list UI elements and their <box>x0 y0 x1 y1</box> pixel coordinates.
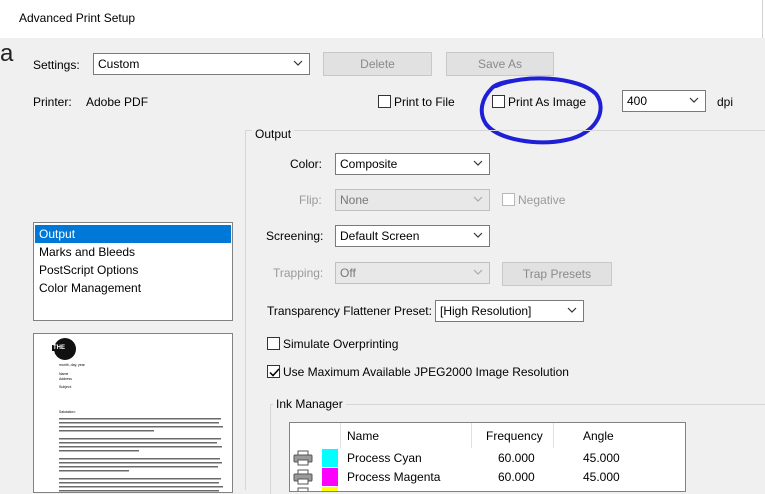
preview-salutation: Salutation: <box>59 410 76 414</box>
simulate-overprinting-label: Simulate Overprinting <box>283 337 399 351</box>
dpi-dropdown[interactable]: 400 <box>622 90 706 112</box>
printer-name: Adobe PDF <box>86 95 149 109</box>
column-header-name[interactable]: Name <box>347 429 379 443</box>
dpi-value: 400 <box>627 94 648 108</box>
chevron-down-icon <box>473 267 483 280</box>
chevron-down-icon <box>473 158 483 171</box>
preview-name: Name <box>59 372 69 376</box>
printer-icon <box>293 450 313 466</box>
category-item-color-management[interactable]: Color Management <box>35 279 231 297</box>
jpeg2000-label: Use Maximum Available JPEG2000 Image Res… <box>283 365 569 379</box>
category-item-output[interactable]: Output <box>35 225 231 243</box>
preview-address: Address <box>59 377 72 381</box>
chevron-down-icon <box>567 305 577 318</box>
category-item-marks-and-bleeds[interactable]: Marks and Bleeds <box>35 243 231 261</box>
trapping-label: Trapping: <box>273 266 324 280</box>
screening-dropdown[interactable]: Default Screen <box>335 225 490 247</box>
ink-frequency: 60.000 <box>498 451 535 465</box>
color-label: Color: <box>290 157 323 171</box>
negative-checkbox[interactable] <box>502 193 515 206</box>
print-to-file-checkbox[interactable] <box>378 95 391 108</box>
trapping-dropdown[interactable]: Off <box>335 262 490 284</box>
preview-subject: Subject: <box>59 385 72 389</box>
ink-angle: 45.000 <box>583 470 620 484</box>
delete-button[interactable]: Delete <box>323 52 432 76</box>
chevron-down-icon <box>473 230 483 243</box>
column-header-angle[interactable]: Angle <box>583 429 614 443</box>
chevron-down-icon <box>293 58 303 71</box>
settings-value: Custom <box>98 57 140 71</box>
preview-date: month, day, year <box>59 363 85 367</box>
flattener-preset-value: [High Resolution] <box>440 304 532 318</box>
ink-name: Process Cyan <box>347 451 422 465</box>
page-preview: THE month, day, year Name Address Subjec… <box>33 333 233 493</box>
ink-angle: 45.000 <box>583 451 620 465</box>
settings-label: Settings: <box>33 58 80 72</box>
flattener-preset-dropdown[interactable]: [High Resolution] <box>435 300 584 322</box>
output-group-label: Output <box>252 127 295 141</box>
chevron-down-icon <box>473 194 483 207</box>
preview-logo-text: THE <box>52 345 66 351</box>
ink-manager-label: Ink Manager <box>273 397 346 411</box>
color-dropdown[interactable]: Composite <box>335 153 490 175</box>
flip-label: Flip: <box>299 193 322 207</box>
checkmark-icon <box>269 368 280 377</box>
negative-label: Negative <box>518 193 566 207</box>
simulate-overprinting-checkbox[interactable] <box>267 337 280 350</box>
settings-dropdown[interactable]: Custom <box>93 53 310 75</box>
ink-swatch-magenta <box>322 468 338 486</box>
printer-icon <box>293 469 313 485</box>
flattener-preset-label: Transparency Flattener Preset: <box>267 304 432 318</box>
jpeg2000-checkbox[interactable] <box>267 365 280 378</box>
trapping-value: Off <box>340 266 356 280</box>
screening-label: Screening: <box>266 229 324 243</box>
ink-name: Process Magenta <box>347 470 441 484</box>
window-edge <box>762 0 763 38</box>
title-bar: Advanced Print Setup <box>0 0 765 38</box>
background-text-fragment: a <box>0 40 14 67</box>
screening-value: Default Screen <box>340 229 420 243</box>
column-header-frequency[interactable]: Frequency <box>486 429 543 443</box>
chevron-down-icon <box>689 95 699 108</box>
flip-dropdown[interactable]: None <box>335 189 490 211</box>
category-list[interactable]: Output Marks and Bleeds PostScript Optio… <box>33 222 233 321</box>
preview-body-text <box>59 418 223 492</box>
ink-table[interactable]: Name Frequency Angle Process Cyan 60.000… <box>289 422 686 492</box>
window-title: Advanced Print Setup <box>19 11 136 25</box>
color-value: Composite <box>340 157 398 171</box>
print-to-file-label: Print to File <box>394 95 455 109</box>
ink-frequency: 60.000 <box>498 470 535 484</box>
dpi-unit: dpi <box>717 95 734 109</box>
ink-swatch-cyan <box>322 449 338 467</box>
printer-label: Printer: <box>33 95 72 109</box>
category-item-postscript-options[interactable]: PostScript Options <box>35 261 231 279</box>
save-as-button[interactable]: Save As <box>446 52 554 76</box>
trap-presets-button[interactable]: Trap Presets <box>502 262 612 286</box>
flip-value: None <box>340 193 369 207</box>
